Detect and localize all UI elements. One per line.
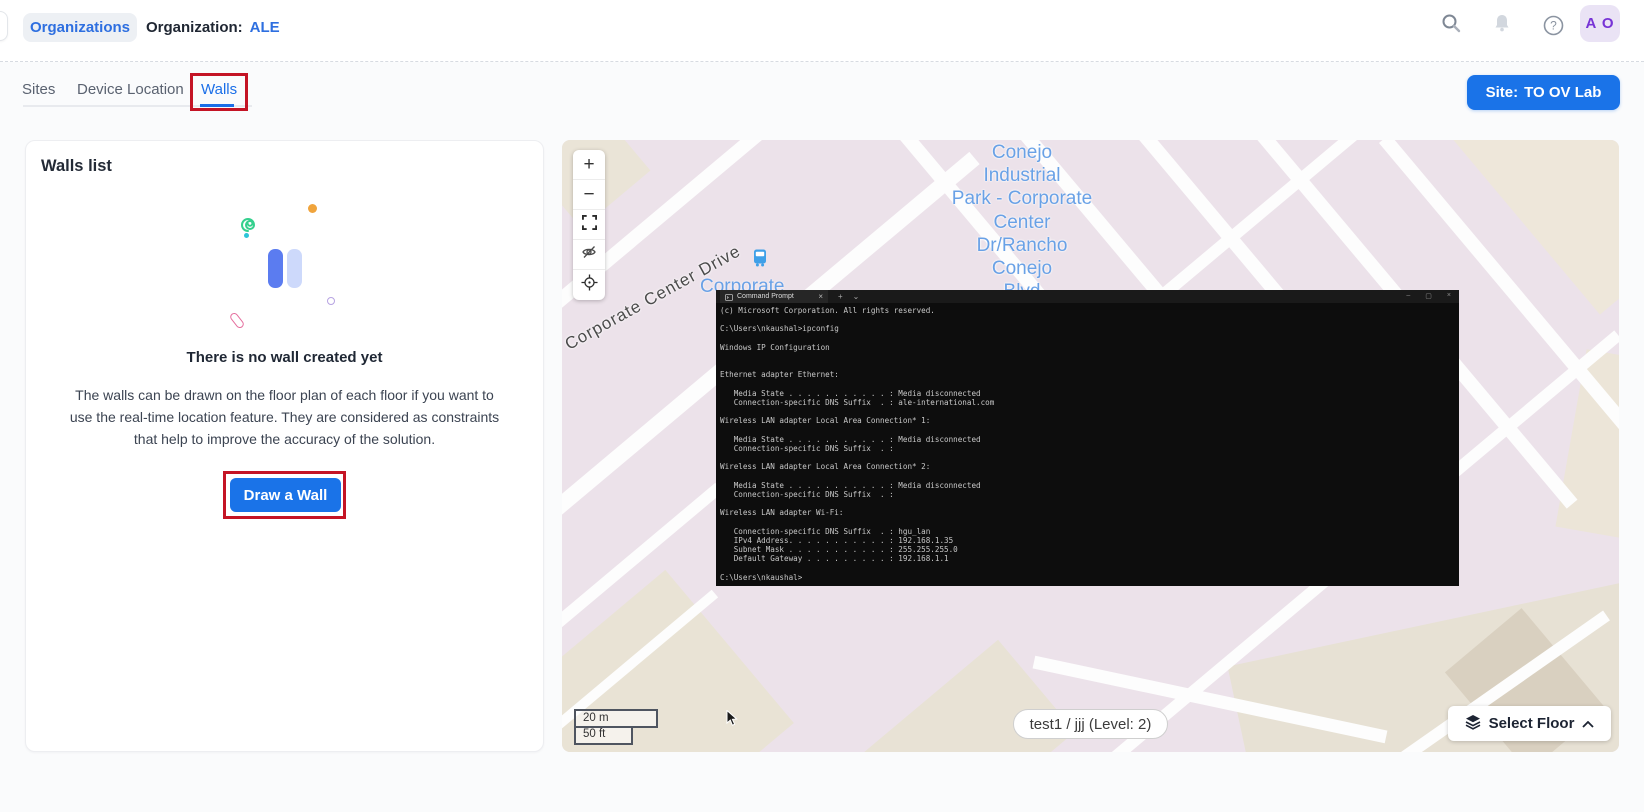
illustration-wall-bar-light [287, 249, 302, 288]
fullscreen-icon [581, 214, 597, 236]
terminal-title-bar: Command Prompt × + ⌄ – ▢ × [716, 290, 1459, 303]
description-line: use the real-time location feature. They… [69, 409, 500, 425]
site-selector-button[interactable]: Site: TO OV Lab [1467, 75, 1620, 110]
window-close-icon: × [1446, 292, 1451, 299]
tab-device-location[interactable]: Device Location [77, 81, 184, 98]
area-label-line: Center [993, 211, 1051, 233]
mouse-cursor [726, 709, 740, 732]
user-avatar[interactable]: A O [1580, 5, 1620, 42]
layers-icon [1465, 714, 1481, 734]
terminal-tab-title: Command Prompt [737, 293, 794, 300]
zoom-in-icon: + [583, 153, 595, 175]
area-label-line: Industrial [983, 165, 1061, 187]
area-label-line: Conejo [991, 258, 1053, 280]
minimize-icon: – [1406, 292, 1411, 299]
active-tab-indicator [200, 104, 234, 107]
illustration-wall-bar [268, 249, 283, 288]
hide-layer-button[interactable] [573, 240, 605, 270]
avatar-initials: A O [1585, 15, 1615, 32]
terminal-window-controls: – ▢ × [1406, 292, 1451, 300]
area-label-line: Dr/Rancho [976, 234, 1068, 256]
map-area-label: Conejo Industrial Park - Corporate Cente… [872, 141, 1172, 303]
empty-state-title: There is no wall created yet [186, 349, 383, 366]
organizations-button-label: Organizations [29, 19, 130, 36]
illustration-pencil-icon [228, 311, 246, 330]
map-scale-metric: 20 m [574, 709, 658, 728]
tab-sites[interactable]: Sites [22, 81, 55, 98]
terminal-body: (c) Microsoft Corporation. All rights re… [716, 303, 1459, 586]
area-label-line: Park - Corporate [951, 188, 1093, 210]
maximize-icon: ▢ [1425, 293, 1432, 300]
select-floor-button[interactable]: Select Floor [1448, 706, 1611, 741]
top-header: Organizations Organization: ALE ? A O [0, 0, 1644, 62]
draw-wall-button[interactable]: Draw a Wall [230, 478, 341, 512]
site-button-label: Site: [1485, 84, 1519, 101]
zoom-out-button[interactable]: − [573, 180, 605, 210]
terminal-tab: Command Prompt × [720, 290, 828, 303]
illustration-teal-dot [244, 233, 249, 238]
help-button[interactable]: ? [1540, 15, 1566, 41]
search-icon [1440, 12, 1462, 39]
locate-button[interactable] [573, 270, 605, 300]
terminal-icon [725, 288, 733, 306]
terminal-output: (c) Microsoft Corporation. All rights re… [720, 306, 995, 582]
locate-icon [580, 273, 598, 297]
chevron-up-icon [1582, 715, 1595, 732]
select-floor-label: Select Floor [1488, 715, 1575, 732]
tab-walls[interactable]: Walls [201, 81, 237, 98]
svg-text:?: ? [1550, 19, 1557, 33]
tab-dropdown-icon: ⌄ [852, 291, 860, 301]
organization-label: Organization: [146, 19, 243, 36]
bus-stop-icon [750, 248, 770, 273]
floor-map[interactable]: Conejo Industrial Park - Corporate Cente… [562, 140, 1619, 752]
zoom-in-button[interactable]: + [573, 150, 605, 180]
map-scale-imperial: 50 ft [574, 728, 633, 745]
organization-breadcrumb: Organization: ALE [146, 13, 280, 42]
help-icon: ? [1543, 15, 1564, 41]
new-tab-icon: + [838, 291, 843, 301]
organizations-button[interactable]: Organizations [23, 13, 137, 42]
description-line: The walls can be drawn on the floor plan… [75, 387, 494, 403]
bell-icon [1491, 12, 1513, 39]
organization-value-link[interactable]: ALE [250, 19, 280, 36]
panel-title: Walls list [41, 157, 112, 175]
fullscreen-button[interactable] [573, 210, 605, 240]
zoom-out-icon: − [583, 183, 595, 205]
tab-bar: Sites Device Location Walls Site: TO OV … [0, 62, 1644, 140]
empty-state-description: The walls can be drawn on the floor plan… [26, 384, 543, 450]
area-label-line: Conejo [991, 142, 1053, 163]
tab-close-icon: × [818, 291, 823, 301]
eye-off-icon [581, 244, 597, 266]
command-prompt-window: Command Prompt × + ⌄ – ▢ × (c) Microsoft… [716, 290, 1459, 586]
floor-indicator-pill: test1 / jjj (Level: 2) [1013, 709, 1168, 739]
illustration-orange-dot [308, 204, 317, 213]
walls-list-panel: Walls list There is no wall created yet … [25, 140, 544, 752]
sidebar-toggle-button[interactable] [0, 11, 8, 41]
illustration-purple-circle [327, 297, 335, 305]
notifications-button[interactable] [1489, 12, 1515, 38]
site-button-value: TO OV Lab [1524, 84, 1602, 101]
map-controls: + − [573, 150, 605, 300]
search-button[interactable] [1438, 12, 1464, 38]
description-line: that help to improve the accuracy of the… [133, 431, 436, 447]
